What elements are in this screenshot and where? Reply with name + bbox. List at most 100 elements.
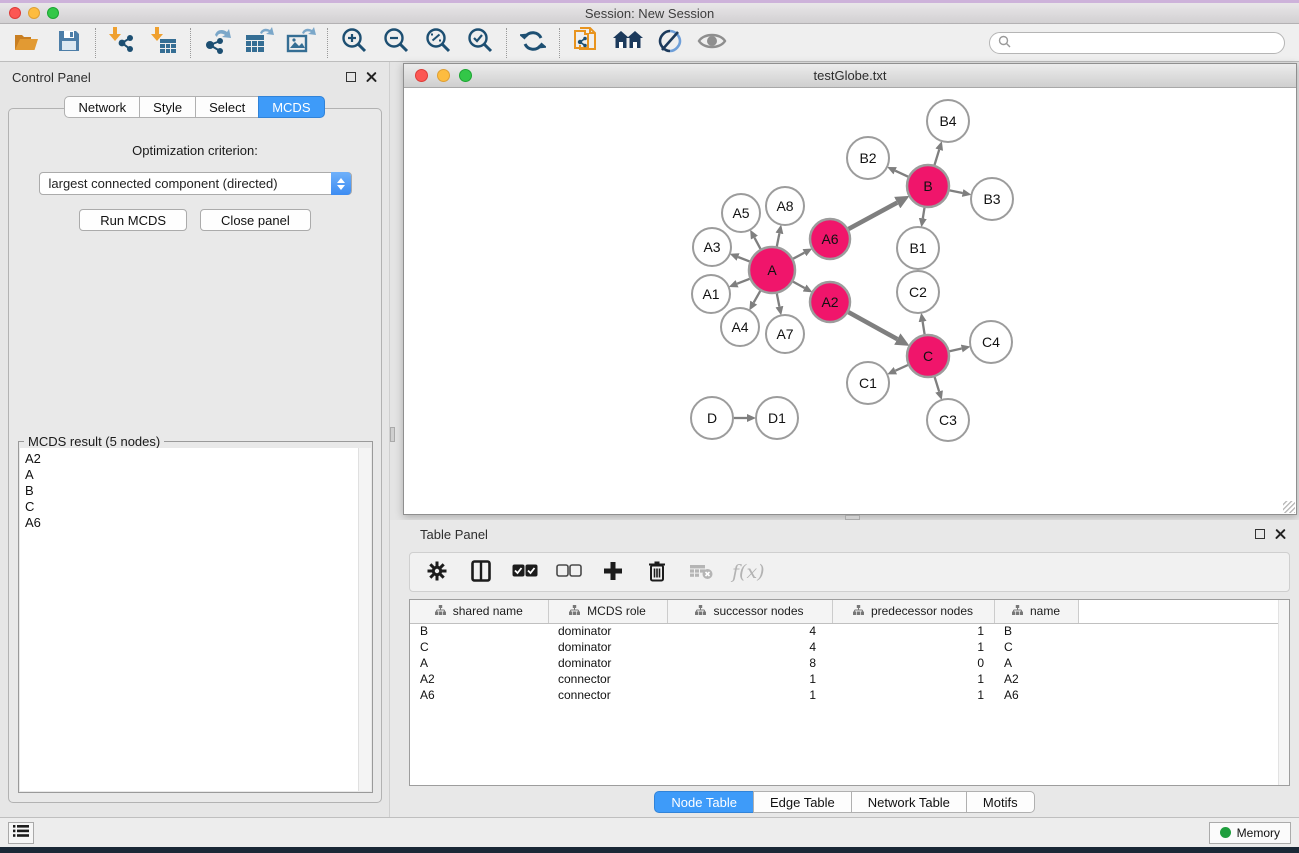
column-header-predecessor-nodes[interactable]: predecessor nodes	[832, 600, 994, 623]
result-list-scrollbar[interactable]	[358, 448, 371, 791]
cell[interactable]: dominator	[548, 655, 667, 671]
delete-column-button[interactable]	[644, 559, 670, 585]
network-canvas[interactable]: B4B2BB3A5A8A6A3B1AA1A2C2A4A7CC4C1C3DD1	[404, 88, 1296, 514]
edge-A-A8[interactable]	[777, 233, 780, 246]
node-A[interactable]: A	[749, 247, 795, 293]
node-C3[interactable]: C3	[927, 399, 969, 441]
edge-A-A3[interactable]	[738, 257, 750, 261]
node-C1[interactable]: C1	[847, 362, 889, 404]
edge-C-C2[interactable]	[923, 322, 925, 335]
node-C2[interactable]: C2	[897, 271, 939, 313]
cell[interactable]: 4	[667, 623, 832, 639]
refresh-button[interactable]	[518, 28, 548, 58]
edge-A-A1[interactable]	[737, 279, 750, 284]
node-A4[interactable]: A4	[721, 308, 759, 346]
export-image-button[interactable]	[286, 28, 316, 58]
save-session-button[interactable]	[54, 28, 84, 58]
zoom-fit-button[interactable]	[423, 28, 453, 58]
task-history-button[interactable]	[8, 822, 34, 844]
result-item[interactable]: A6	[25, 515, 371, 531]
edge-B-B1[interactable]	[923, 208, 925, 219]
tab-motifs[interactable]: Motifs	[966, 791, 1035, 813]
function-builder-button[interactable]: f(x)	[732, 561, 765, 583]
open-session-button[interactable]	[12, 28, 42, 58]
mcds-result-list[interactable]: A2ABCA6	[20, 448, 371, 791]
show-columns-button[interactable]	[468, 559, 494, 585]
hide-annotations-button[interactable]	[655, 28, 685, 58]
zoom-out-button[interactable]	[381, 28, 411, 58]
edge-C-C4[interactable]	[950, 349, 962, 352]
close-panel-icon[interactable]	[366, 72, 377, 83]
run-mcds-button[interactable]: Run MCDS	[79, 209, 187, 231]
export-table-button[interactable]	[244, 28, 274, 58]
create-column-button[interactable]	[600, 559, 626, 585]
cell[interactable]: 1	[832, 639, 994, 655]
edge-B-B3[interactable]	[950, 190, 963, 193]
edge-C-C1[interactable]	[895, 365, 908, 371]
node-A8[interactable]: A8	[766, 187, 804, 225]
node-B[interactable]: B	[907, 165, 949, 207]
unselect-all-button[interactable]	[556, 559, 582, 585]
node-A1[interactable]: A1	[692, 275, 730, 313]
zoom-in-button[interactable]	[339, 28, 369, 58]
node-D1[interactable]: D1	[756, 397, 798, 439]
splitter-handle[interactable]	[390, 427, 395, 442]
node-A2[interactable]: A2	[810, 282, 850, 322]
edge-B-B4[interactable]	[935, 150, 940, 165]
import-network-button[interactable]	[107, 28, 137, 58]
tab-select[interactable]: Select	[195, 96, 259, 118]
cell[interactable]: connector	[548, 671, 667, 687]
cell[interactable]: A6	[410, 687, 548, 703]
cell[interactable]: C	[994, 639, 1078, 655]
cell[interactable]: 4	[667, 639, 832, 655]
node-A7[interactable]: A7	[766, 315, 804, 353]
table-scrollbar[interactable]	[1278, 600, 1289, 785]
edge-A-A6[interactable]	[793, 253, 804, 259]
edge-B-B2[interactable]	[895, 171, 908, 177]
edge-A2-C[interactable]	[848, 312, 897, 339]
table-row[interactable]: A6connector11A6	[410, 687, 1281, 703]
table-row[interactable]: A2connector11A2	[410, 671, 1281, 687]
cell[interactable]: 1	[667, 671, 832, 687]
minimize-window-button[interactable]	[28, 7, 40, 19]
node-A5[interactable]: A5	[722, 194, 760, 232]
result-item[interactable]: B	[25, 483, 371, 499]
tab-network[interactable]: Network	[64, 96, 140, 118]
tab-edge-table[interactable]: Edge Table	[753, 791, 852, 813]
result-item[interactable]: A	[25, 467, 371, 483]
float-table-panel-icon[interactable]	[1255, 529, 1265, 539]
network-zoom-button[interactable]	[459, 69, 472, 82]
select-all-button[interactable]	[512, 559, 538, 585]
node-A6[interactable]: A6	[810, 219, 850, 259]
close-panel-button[interactable]: Close panel	[200, 209, 311, 231]
cell[interactable]: A	[994, 655, 1078, 671]
cell[interactable]: A	[410, 655, 548, 671]
node-B3[interactable]: B3	[971, 178, 1013, 220]
cell[interactable]: C	[410, 639, 548, 655]
edge-A-A4[interactable]	[754, 291, 761, 303]
edge-A-A2[interactable]	[793, 282, 805, 288]
cell[interactable]: 0	[832, 655, 994, 671]
zoom-window-button[interactable]	[47, 7, 59, 19]
eye-button[interactable]	[697, 28, 727, 58]
cell[interactable]: 8	[667, 655, 832, 671]
search-input[interactable]	[1016, 36, 1276, 50]
edge-A-A5[interactable]	[754, 238, 760, 249]
node-B4[interactable]: B4	[927, 100, 969, 142]
column-header-shared-name[interactable]: shared name	[410, 600, 548, 623]
cell[interactable]: 1	[832, 671, 994, 687]
node-B1[interactable]: B1	[897, 227, 939, 269]
cell[interactable]: 1	[667, 687, 832, 703]
node-A3[interactable]: A3	[693, 228, 731, 266]
tab-style[interactable]: Style	[139, 96, 196, 118]
delete-table-button[interactable]	[688, 559, 714, 585]
node-C4[interactable]: C4	[970, 321, 1012, 363]
column-header-successor-nodes[interactable]: successor nodes	[667, 600, 832, 623]
zoom-selected-button[interactable]	[465, 28, 495, 58]
cell[interactable]: 1	[832, 623, 994, 639]
column-header-name[interactable]: name	[994, 600, 1078, 623]
cell[interactable]: A6	[994, 687, 1078, 703]
edge-C-C3[interactable]	[935, 377, 940, 391]
search-box[interactable]	[989, 32, 1285, 54]
cell[interactable]: connector	[548, 687, 667, 703]
